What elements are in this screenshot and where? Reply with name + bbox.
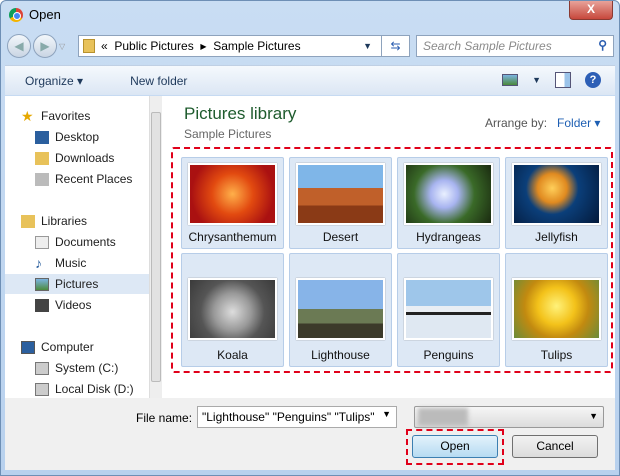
arrange-by-label: Arrange by: [485, 116, 548, 130]
sidebar-item-music[interactable]: ♪ Music [5, 253, 149, 273]
recent-dropdown-icon[interactable]: ▽ [59, 42, 65, 51]
sidebar-item-label: System (C:) [55, 361, 119, 375]
arrange-by-dropdown[interactable]: Folder ▾ [557, 116, 600, 130]
address-bar[interactable]: « Public Pictures ▶ Sample Pictures ▼ [78, 35, 409, 57]
star-icon: ★ [21, 107, 34, 124]
file-name-label: File name: [136, 411, 193, 425]
videos-icon [35, 298, 49, 312]
library-title: Pictures library [184, 104, 297, 123]
sidebar-item-local-disk-d[interactable]: Local Disk (D:) [5, 379, 149, 398]
navigation-pane: ★ Favorites Desktop Downloads Recent Plac… [5, 96, 149, 398]
drive-icon [35, 361, 49, 375]
folder-icon [83, 39, 95, 53]
help-icon[interactable]: ? [585, 72, 601, 88]
breadcrumb-sample-pictures[interactable]: Sample Pictures [213, 39, 300, 53]
documents-icon [35, 235, 49, 249]
blurred-file-type [418, 408, 468, 426]
address-dropdown-icon[interactable]: ▼ [363, 41, 372, 51]
search-input[interactable]: Search Sample Pictures ⚲ [416, 35, 614, 57]
open-dialog: Open X ◀ ▶ ▽ « Public Pictures ▶ Sample Pi… [0, 0, 620, 476]
sidebar-item-computer[interactable]: Computer [5, 337, 149, 357]
forward-button[interactable]: ▶ [33, 34, 57, 58]
sidebar-item-downloads[interactable]: Downloads [5, 148, 149, 168]
back-button[interactable]: ◀ [7, 34, 31, 58]
breadcrumb-overflow[interactable]: « [101, 39, 108, 53]
sidebar-item-libraries[interactable]: Libraries [5, 211, 149, 231]
computer-icon [21, 340, 35, 354]
sidebar-item-videos[interactable]: Videos [5, 295, 149, 315]
sidebar-item-documents[interactable]: Documents [5, 232, 149, 252]
navigation-scrollbar[interactable] [149, 96, 162, 398]
sidebar-item-desktop[interactable]: Desktop [5, 127, 149, 147]
chrome-icon [9, 7, 23, 22]
file-type-dropdown-icon[interactable]: ▼ [589, 411, 598, 421]
change-view-icon[interactable] [502, 74, 519, 86]
window-title: Open [29, 7, 61, 22]
sidebar-item-pictures[interactable]: Pictures [5, 274, 149, 294]
scrollbar-thumb[interactable] [151, 112, 161, 382]
sidebar-item-label: Favorites [41, 109, 91, 123]
file-name-dropdown-icon[interactable]: ▼ [382, 409, 391, 419]
arrange-by: Arrange by: Folder ▾ [485, 116, 600, 130]
sidebar-item-recent-places[interactable]: Recent Places [5, 169, 149, 189]
drive-icon [35, 382, 49, 396]
refresh-button[interactable]: ⇆ [381, 35, 410, 57]
desktop-icon [35, 130, 49, 144]
sidebar-item-label: Local Disk (D:) [55, 382, 134, 396]
selection-highlight [171, 147, 613, 373]
sidebar-item-system-c[interactable]: System (C:) [5, 358, 149, 378]
close-button[interactable]: X [569, 1, 613, 20]
organize-button[interactable]: Organize ▾ [25, 74, 83, 88]
view-dropdown-icon[interactable]: ▼ [532, 75, 541, 85]
sidebar-item-favorites[interactable]: ★ Favorites [5, 106, 149, 126]
sidebar-item-label: Downloads [55, 151, 115, 165]
sidebar-item-label: Pictures [55, 277, 99, 291]
library-subtitle: Sample Pictures [184, 127, 272, 141]
breadcrumb-public-pictures[interactable]: Public Pictures [114, 39, 193, 53]
sidebar-item-label: Recent Places [55, 172, 133, 186]
search-icon[interactable]: ⚲ [598, 38, 607, 52]
libraries-icon [21, 214, 35, 228]
search-placeholder: Search Sample Pictures [423, 39, 552, 53]
sidebar-item-label: Libraries [41, 214, 88, 228]
preview-pane-icon[interactable] [555, 72, 571, 88]
pictures-icon [35, 277, 49, 291]
sidebar-item-label: Computer [41, 340, 94, 354]
cancel-button[interactable]: Cancel [512, 435, 598, 458]
toolbar: Organize ▾ New folder ▼ ? [5, 65, 615, 95]
sidebar-item-label: Music [55, 256, 87, 270]
new-folder-button[interactable]: New folder [130, 74, 187, 88]
title-bar: Open [9, 7, 61, 22]
music-icon: ♪ [35, 254, 42, 271]
file-name-value: "Lighthouse" "Penguins" "Tulips" [202, 410, 375, 424]
sidebar-item-label: Desktop [55, 130, 100, 144]
downloads-icon [35, 151, 49, 165]
breadcrumb-arrow-icon[interactable]: ▶ [200, 42, 206, 51]
sidebar-item-label: Videos [55, 298, 92, 312]
sidebar-item-label: Documents [55, 235, 116, 249]
recent-places-icon [35, 172, 49, 186]
file-type-select[interactable]: ▼ [414, 406, 604, 428]
open-button-highlight [406, 429, 504, 465]
file-name-input[interactable]: "Lighthouse" "Penguins" "Tulips" ▼ [197, 406, 397, 428]
